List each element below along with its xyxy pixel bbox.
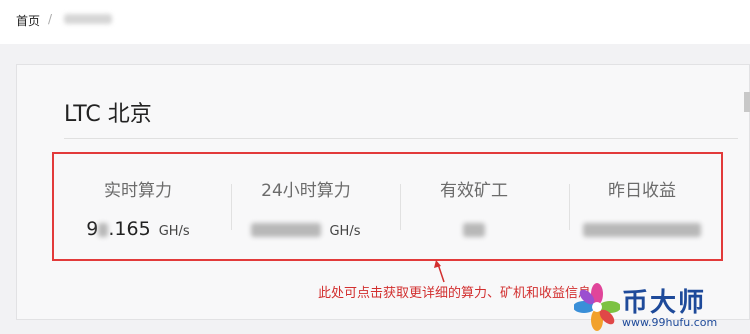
- stat-unit: GH/s: [329, 224, 361, 239]
- breadcrumb-current-blurred: [64, 14, 112, 24]
- stat-active-workers[interactable]: 有效矿工: [390, 154, 558, 259]
- breadcrumb: 首页 /: [0, 0, 750, 44]
- card-side-glyph: [744, 92, 750, 112]
- annotation-arrow-icon: [434, 260, 445, 283]
- breadcrumb-separator: /: [48, 12, 53, 26]
- card-title: LTC 北京: [64, 102, 152, 127]
- title-divider: [64, 138, 738, 139]
- stat-24h-hashrate[interactable]: 24小时算力 GH/s: [222, 154, 390, 259]
- stat-label: 24小时算力: [261, 181, 351, 201]
- breadcrumb-home-link[interactable]: 首页: [16, 12, 40, 29]
- watermark: 币大师 www.99hufu.com: [570, 282, 750, 334]
- flower-logo-icon: [574, 283, 620, 331]
- stat-value-suffix: .165: [108, 218, 151, 240]
- stat-value: GH/s: [222, 218, 390, 240]
- watermark-name: 币大师: [622, 288, 707, 318]
- stat-value: 9 .165 GH/s: [54, 218, 222, 240]
- stat-value-blurred: [583, 222, 701, 237]
- watermark-url: www.99hufu.com: [622, 316, 718, 329]
- stat-value-blurred: [251, 222, 322, 237]
- stat-label: 有效矿工: [440, 181, 508, 201]
- stat-yesterday-earnings[interactable]: 昨日收益: [558, 154, 726, 259]
- stat-value-blurred-digit: [98, 222, 109, 237]
- stat-unit: GH/s: [158, 224, 190, 239]
- stat-value-prefix: 9: [86, 218, 99, 240]
- stats-panel[interactable]: 实时算力 9 .165 GH/s 24小时算力 GH/s 有效矿工 昨日收益: [52, 152, 723, 261]
- stat-value-blurred: [463, 222, 485, 237]
- stat-label: 实时算力: [104, 181, 172, 201]
- annotation-text: 此处可点击获取更详细的算力、矿机和收益信息: [318, 286, 592, 301]
- stat-label: 昨日收益: [608, 181, 676, 201]
- stat-value: [390, 218, 558, 240]
- stat-realtime-hashrate[interactable]: 实时算力 9 .165 GH/s: [54, 154, 222, 259]
- stat-value: [558, 218, 726, 240]
